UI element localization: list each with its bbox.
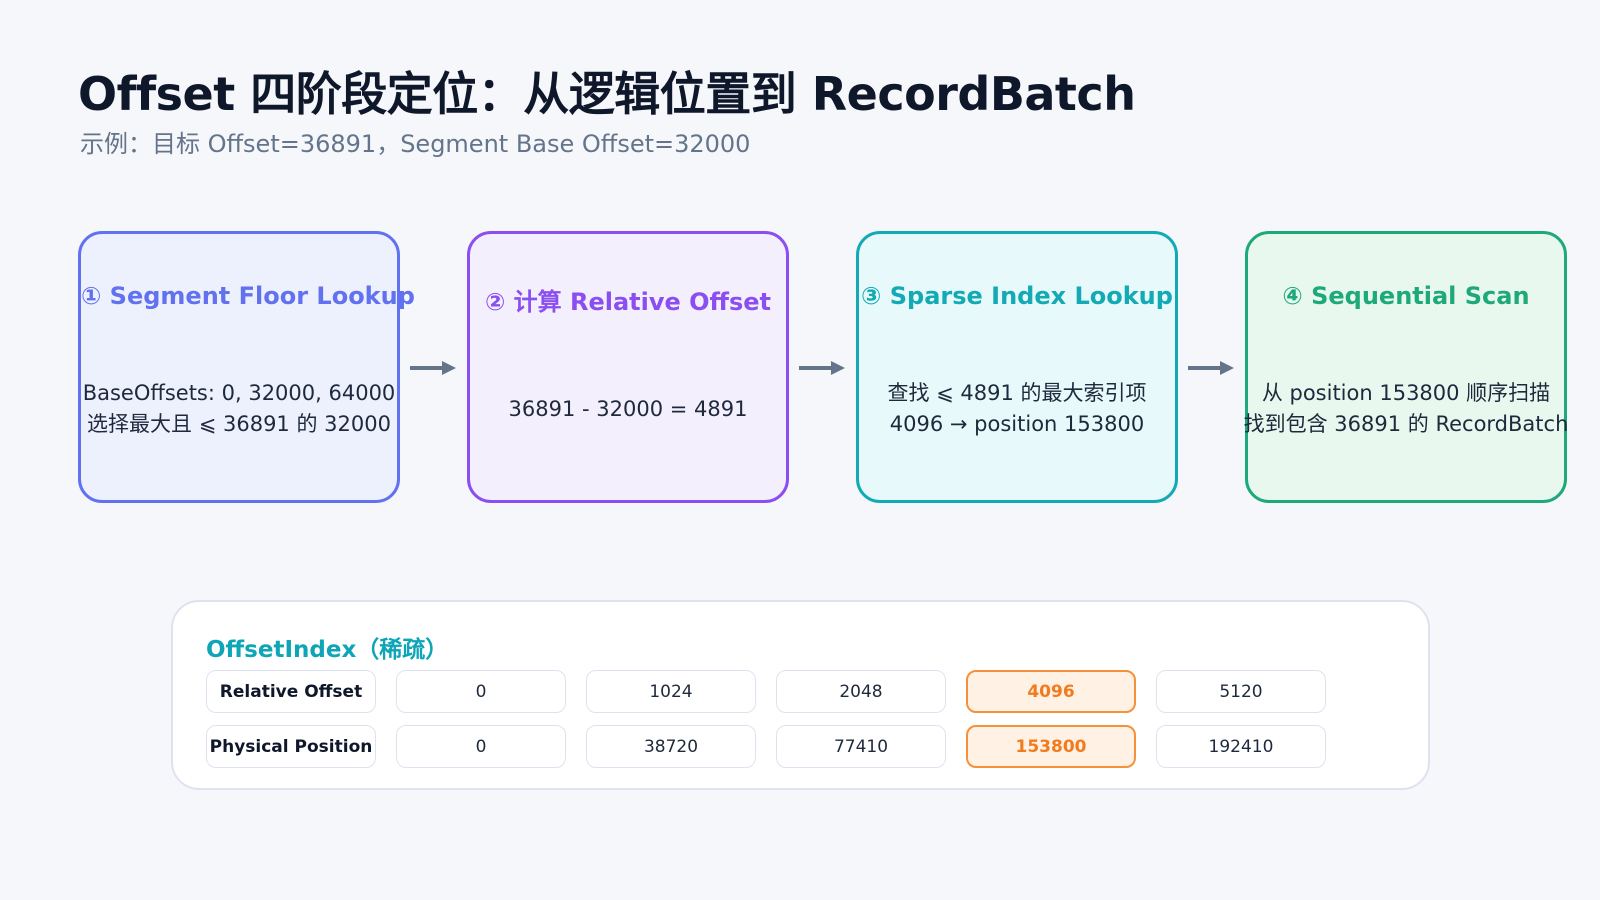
table-cell-highlighted: 4096 xyxy=(966,670,1136,713)
table-cell: 0 xyxy=(396,670,566,713)
right-arrow-icon xyxy=(799,361,845,375)
offset-index-title: OffsetIndex（稀疏） xyxy=(206,637,449,663)
offset-index-panel: OffsetIndex（稀疏） Relative Offset 0 1024 2… xyxy=(171,600,1430,790)
stage-title: ② 计算 Relative Offset xyxy=(484,288,772,316)
stage-title: ③ Sparse Index Lookup xyxy=(861,282,1173,310)
stage-line: 找到包含 36891 的 RecordBatch xyxy=(1243,412,1569,436)
table-cell: 192410 xyxy=(1156,725,1326,768)
stage-line: 36891 - 32000 = 4891 xyxy=(508,396,748,421)
stage-line: BaseOffsets: 0, 32000, 64000 xyxy=(82,381,396,405)
table-cell: 77410 xyxy=(776,725,946,768)
stage-body: 查找 ⩽ 4891 的最大索引项 4096 → position 153800 xyxy=(865,354,1169,464)
row-header-relative-offset: Relative Offset xyxy=(206,670,376,713)
stage-card-relative-offset: ② 计算 Relative Offset 36891 - 32000 = 489… xyxy=(467,231,789,503)
stage-line: 查找 ⩽ 4891 的最大索引项 xyxy=(887,381,1147,405)
right-arrow-icon xyxy=(1188,361,1234,375)
right-arrow-icon xyxy=(410,361,456,375)
stage-card-segment-floor-lookup: ① Segment Floor Lookup BaseOffsets: 0, 3… xyxy=(78,231,415,503)
stage-card-sparse-index-lookup: ③ Sparse Index Lookup 查找 ⩽ 4891 的最大索引项 4… xyxy=(856,231,1178,503)
table-cell: 0 xyxy=(396,725,566,768)
stage-line: 从 position 153800 顺序扫描 xyxy=(1261,381,1551,405)
stage-title: ① Segment Floor Lookup xyxy=(81,282,415,310)
row-header-physical-position: Physical Position xyxy=(206,725,376,768)
page-title: Offset 四阶段定位：从逻辑位置到 RecordBatch xyxy=(78,67,1136,121)
table-cell: 1024 xyxy=(586,670,756,713)
table-cell-highlighted: 153800 xyxy=(966,725,1136,768)
table-cell: 5120 xyxy=(1156,670,1326,713)
stage-title: ④ Sequential Scan xyxy=(1282,282,1530,310)
stage-body: 从 position 153800 顺序扫描 找到包含 36891 的 Reco… xyxy=(1244,354,1569,464)
stage-line: 选择最大且 ⩽ 36891 的 32000 xyxy=(87,412,391,436)
page-subtitle: 示例：目标 Offset=36891，Segment Base Offset=3… xyxy=(80,130,751,158)
stage-body: BaseOffsets: 0, 32000, 64000 选择最大且 ⩽ 368… xyxy=(83,354,396,464)
stage-body: 36891 - 32000 = 4891 xyxy=(476,354,780,464)
stage-line: 4096 → position 153800 xyxy=(889,412,1145,436)
table-cell: 2048 xyxy=(776,670,946,713)
table-cell: 38720 xyxy=(586,725,756,768)
stage-card-sequential-scan: ④ Sequential Scan 从 position 153800 顺序扫描… xyxy=(1244,231,1569,503)
